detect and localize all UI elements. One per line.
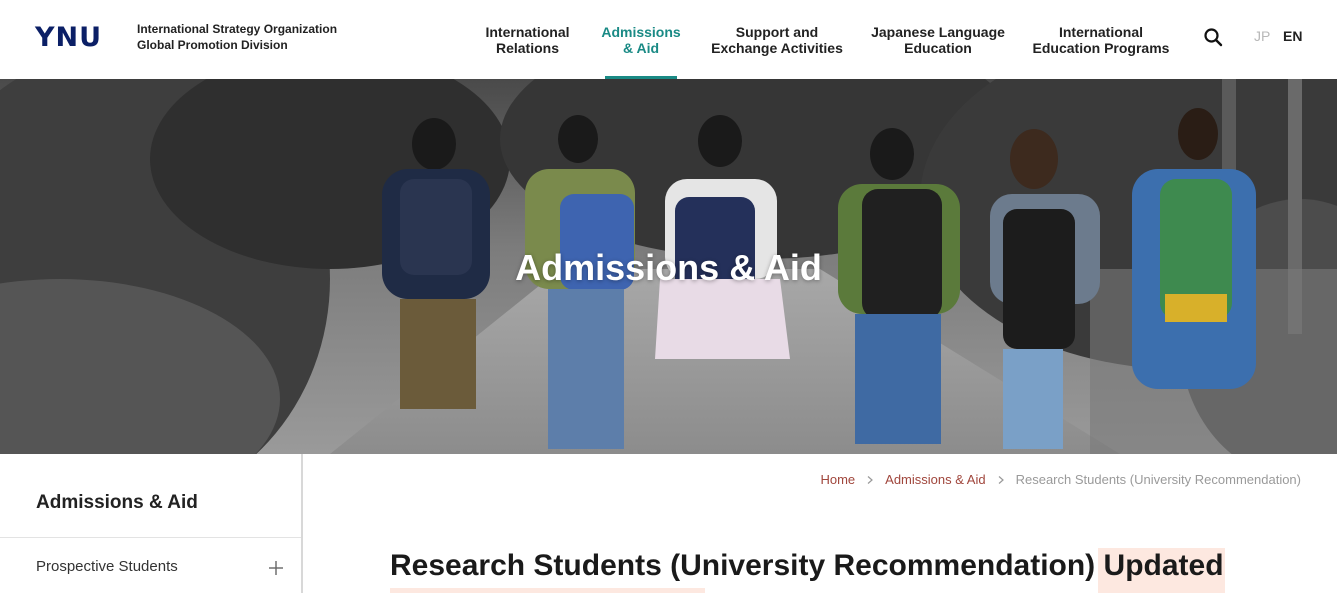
search-icon[interactable]	[1203, 27, 1223, 47]
ynu-logo[interactable]: YNU	[35, 22, 102, 53]
nav-label-line2: Exchange Activities	[711, 39, 843, 56]
updated-badge: Updated	[1103, 549, 1224, 582]
chevron-right-icon	[998, 475, 1004, 484]
org-line-1: International Strategy Organization	[137, 22, 338, 36]
org-line-2: Global Promotion Division	[137, 38, 288, 52]
nav-label-line1: Japanese Language	[871, 23, 1005, 40]
plus-icon[interactable]	[268, 560, 284, 576]
nav-international-education-programs[interactable]: International Education Programs	[1031, 0, 1171, 79]
nav-label-line2: Education Programs	[1032, 39, 1170, 56]
breadcrumb-current: Research Students (University Recommenda…	[1015, 472, 1301, 487]
lang-en-link[interactable]: EN	[1283, 28, 1302, 44]
nav-label-line1: International	[485, 23, 570, 40]
sidebar: Admissions & Aid Prospective Students	[0, 454, 303, 593]
nav-japanese-language-education[interactable]: Japanese Language Education	[870, 0, 1006, 79]
page-title-text: Research Students (University Recommenda…	[390, 549, 1096, 582]
site-header: YNU International Strategy Organization …	[0, 0, 1337, 79]
nav-label-line2: Relations	[495, 39, 559, 56]
breadcrumb-admissions-aid[interactable]: Admissions & Aid	[885, 472, 985, 487]
nav-label-line1: Admissions	[601, 23, 681, 40]
nav-support-exchange[interactable]: Support and Exchange Activities	[708, 0, 846, 79]
nav-label-line1: Support and	[735, 23, 819, 40]
nav-admissions-aid[interactable]: Admissions & Aid	[601, 0, 681, 79]
sidebar-title: Admissions & Aid	[36, 492, 198, 513]
nav-label-line2: Education	[904, 39, 972, 56]
hero-banner: Admissions & Aid	[0, 79, 1337, 454]
title-underline-highlight	[390, 588, 705, 593]
hero-title: Admissions & Aid	[515, 247, 822, 288]
chevron-right-icon	[867, 475, 874, 484]
page-title: Research Students (University Recommenda…	[390, 549, 1224, 583]
sidebar-item-prospective-students[interactable]: Prospective Students	[0, 538, 301, 593]
nav-label-line2: & Aid	[622, 39, 660, 56]
breadcrumb: Home Admissions & Aid Research Students …	[820, 472, 1301, 487]
sidebar-item-label: Prospective Students	[36, 558, 178, 575]
lang-jp-link[interactable]: JP	[1254, 28, 1270, 44]
nav-international-relations[interactable]: International Relations	[480, 0, 575, 79]
nav-label-line1: International	[1058, 23, 1143, 40]
organization-name[interactable]: International Strategy Organization Glob…	[137, 21, 337, 53]
breadcrumb-home[interactable]: Home	[820, 472, 855, 487]
